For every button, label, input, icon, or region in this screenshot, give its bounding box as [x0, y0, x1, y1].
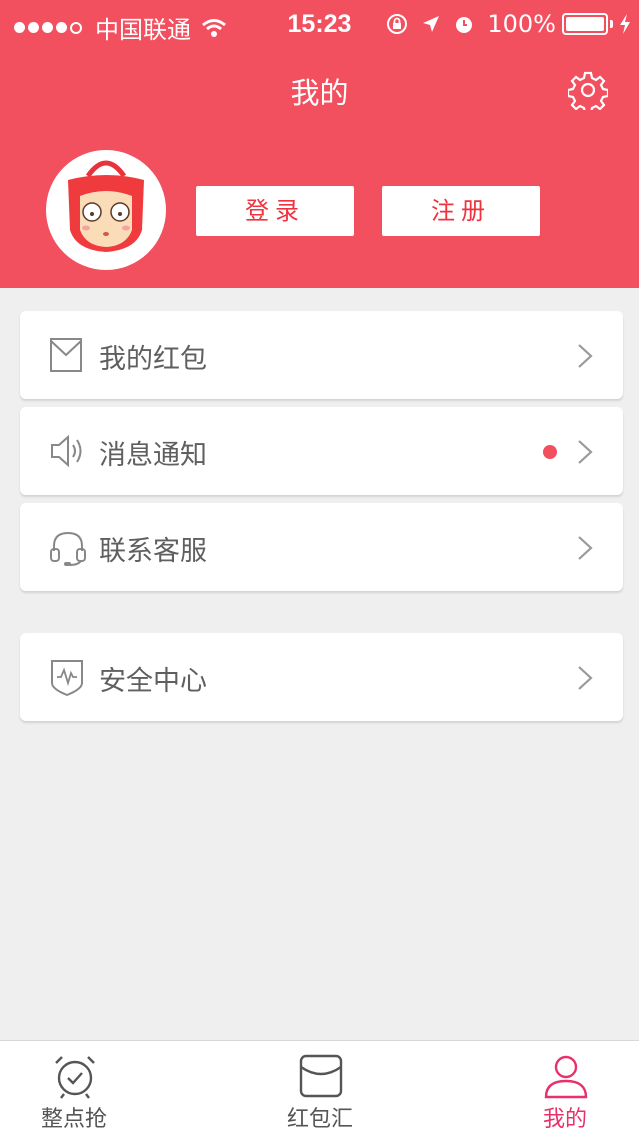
tab-label: 红包汇	[286, 1107, 353, 1132]
status-bar: 中国联通 15:23 100%	[0, 0, 639, 50]
alarm-icon	[453, 13, 475, 35]
rotation-lock-icon	[385, 12, 409, 36]
charging-icon	[619, 14, 631, 34]
speaker-icon	[51, 434, 82, 468]
headset-icon	[50, 531, 86, 566]
person-icon	[544, 1055, 588, 1099]
chevron-right-icon	[578, 344, 593, 368]
tab-red-packet-hub[interactable]: 红包汇	[260, 1041, 380, 1137]
menu-item-notifications[interactable]: 消息通知	[20, 407, 623, 495]
tab-bar: 整点抢 红包汇 我的	[0, 1040, 639, 1137]
battery-icon	[562, 13, 608, 35]
chevron-right-icon	[578, 536, 593, 560]
tab-mine[interactable]: 我的	[505, 1041, 625, 1137]
location-arrow-icon	[421, 14, 441, 34]
envelope-icon	[299, 1054, 343, 1098]
mascot-icon	[68, 160, 144, 252]
menu-item-customer-service[interactable]: 联系客服	[20, 503, 623, 591]
chevron-right-icon	[578, 440, 593, 464]
tab-label: 整点抢	[40, 1107, 107, 1132]
battery-percent: 100%	[487, 10, 556, 38]
menu-item-label: 联系客服	[99, 536, 207, 567]
chevron-right-icon	[578, 666, 593, 690]
menu-item-label: 我的红包	[99, 344, 207, 375]
menu-item-label: 安全中心	[99, 666, 207, 697]
menu-item-label: 消息通知	[99, 440, 207, 471]
avatar[interactable]	[46, 150, 166, 270]
menu-item-security-center[interactable]: 安全中心	[20, 633, 623, 721]
register-button[interactable]: 注册	[382, 186, 540, 236]
tab-hourly-grab[interactable]: 整点抢	[14, 1041, 134, 1137]
login-button[interactable]: 登录	[196, 186, 354, 236]
envelope-icon	[50, 338, 82, 372]
menu-item-red-packets[interactable]: 我的红包	[20, 311, 623, 399]
tab-label: 我的	[542, 1107, 587, 1132]
page-title: 我的	[290, 76, 349, 110]
unread-badge	[543, 445, 557, 459]
profile-header: 中国联通 15:23 100% 我的 登录 注册	[0, 0, 639, 288]
gear-icon[interactable]	[568, 70, 608, 110]
shield-icon	[51, 660, 83, 697]
alarm-clock-icon	[55, 1056, 95, 1099]
